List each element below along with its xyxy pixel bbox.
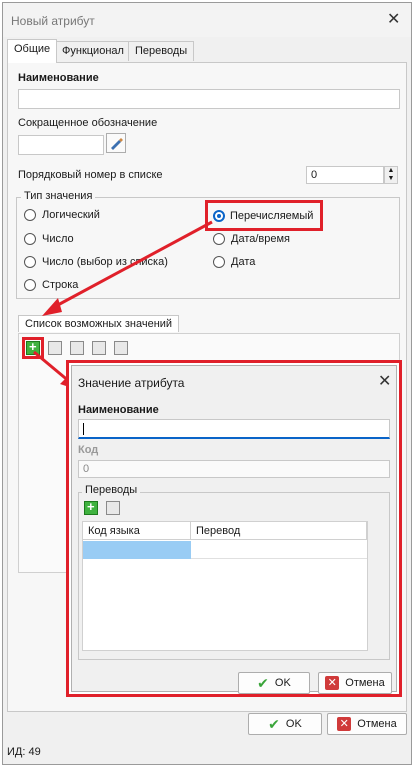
translations-grid: Код языка Перевод [82, 521, 368, 651]
arrow-line [55, 220, 213, 308]
ok-label: OK [274, 677, 291, 689]
arrow-head [42, 298, 62, 316]
dialog-cancel-button[interactable]: ✕ Отмена [318, 672, 392, 694]
dialog-name-input[interactable] [78, 419, 390, 439]
grid-header: Код языка Перевод [83, 522, 367, 540]
dialog-name-label: Наименование [78, 404, 159, 416]
col-label: Код языка [88, 525, 140, 537]
translations-legend: Переводы [82, 484, 141, 496]
add-translation-icon[interactable] [84, 499, 98, 515]
grid-row-selected-cell[interactable] [83, 541, 191, 559]
tab-label: Общие [14, 43, 51, 55]
col-label: Перевод [196, 525, 241, 537]
dialog-close-icon[interactable]: ✕ [378, 374, 391, 390]
dialog-ok-button[interactable]: ✔ OK [238, 672, 310, 694]
dialog-code-label: Код [78, 444, 99, 456]
dialog-code-input[interactable]: 0 [78, 460, 390, 478]
grid-row-cell[interactable] [191, 541, 367, 559]
text-cursor [83, 423, 84, 435]
delete-translation-icon[interactable] [106, 501, 120, 515]
arrow-line [33, 350, 71, 384]
cancel-icon: ✕ [325, 676, 340, 690]
dialog-body: Значение атрибута ✕ Наименование Код 0 П… [71, 365, 397, 694]
cancel-label: Отмена [345, 677, 385, 689]
col-lang-code[interactable]: Код языка [83, 522, 191, 540]
attribute-value-dialog: Значение атрибута ✕ Наименование Код 0 П… [66, 360, 402, 697]
check-icon: ✔ [257, 674, 269, 691]
dialog-code-value: 0 [83, 463, 90, 475]
col-translation[interactable]: Перевод [191, 522, 367, 540]
tab-general[interactable]: Общие [7, 39, 58, 63]
dialog-title: Значение атрибута [78, 376, 185, 390]
